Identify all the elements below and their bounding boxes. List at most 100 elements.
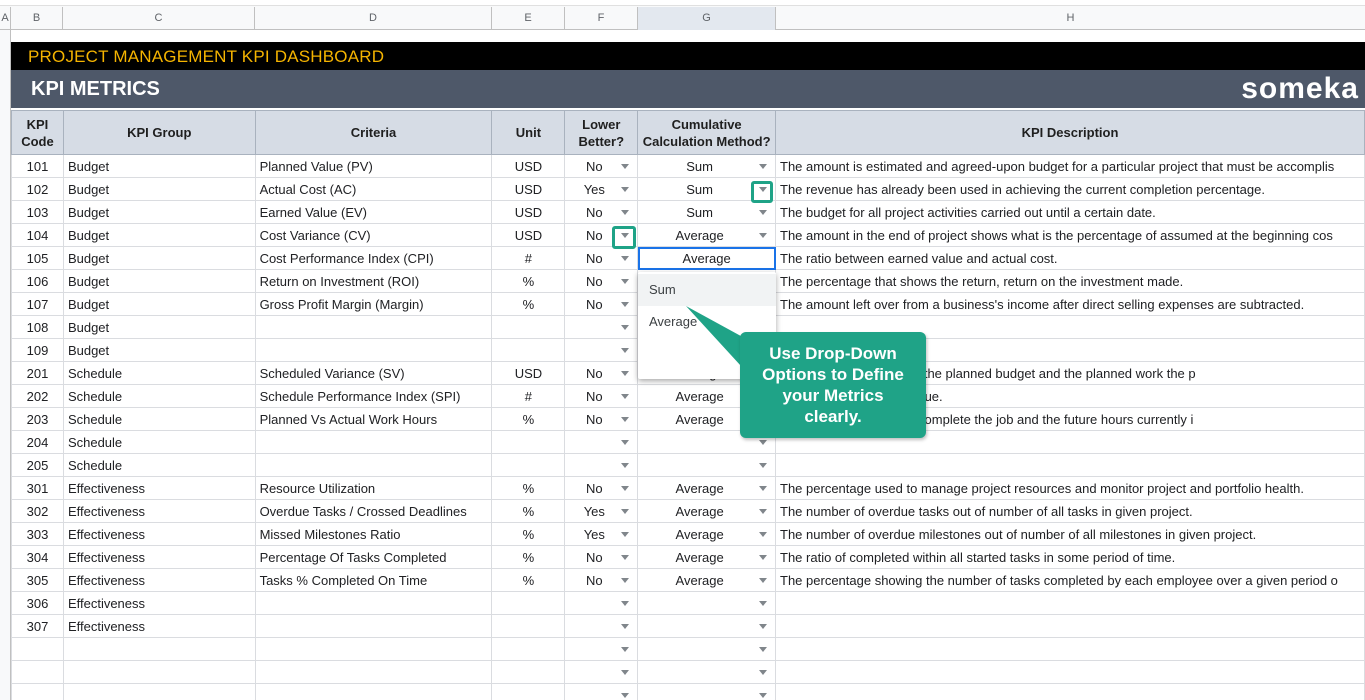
kpi-code-cell[interactable]: 104: [11, 223, 64, 247]
header-kpi-description[interactable]: KPI Description: [775, 110, 1365, 155]
header-kpi-group[interactable]: KPI Group: [62, 110, 256, 155]
criteria-cell[interactable]: [254, 614, 493, 638]
lower-better-dropdown[interactable]: No: [564, 476, 639, 500]
unit-cell[interactable]: %: [491, 476, 566, 500]
kpi-code-cell[interactable]: 302: [11, 499, 64, 523]
kpi-group-cell[interactable]: Budget: [62, 200, 256, 224]
lower-better-dropdown[interactable]: [564, 637, 639, 661]
column-header-b[interactable]: B: [11, 7, 63, 30]
unit-cell[interactable]: [491, 591, 566, 615]
kpi-description-cell[interactable]: The amount left over from a business's i…: [775, 292, 1365, 316]
kpi-code-cell[interactable]: 202: [11, 384, 64, 408]
kpi-code-cell[interactable]: 101: [11, 154, 64, 178]
lower-better-dropdown[interactable]: [564, 338, 639, 362]
kpi-group-cell[interactable]: [62, 660, 256, 684]
kpi-description-cell[interactable]: The amount is estimated and agreed-upon …: [775, 154, 1365, 178]
row-header-gutter[interactable]: [0, 30, 11, 700]
criteria-cell[interactable]: Missed Milestones Ratio: [254, 522, 493, 546]
lower-better-dropdown[interactable]: Yes: [564, 177, 639, 201]
lower-better-dropdown[interactable]: No: [564, 246, 639, 270]
kpi-description-cell[interactable]: The percentage used to manage project re…: [775, 476, 1365, 500]
calculation-method-dropdown-cell[interactable]: [637, 683, 777, 700]
criteria-cell[interactable]: [254, 430, 493, 454]
calculation-method-dropdown-cell[interactable]: [637, 591, 777, 615]
kpi-description-cell[interactable]: The revenue has already been used in ach…: [775, 177, 1365, 201]
kpi-group-cell[interactable]: Schedule: [62, 361, 256, 385]
calculation-method-dropdown-cell[interactable]: Average: [637, 499, 777, 523]
kpi-code-cell[interactable]: 205: [11, 453, 64, 477]
lower-better-dropdown[interactable]: Yes: [564, 522, 639, 546]
unit-cell[interactable]: USD: [491, 223, 566, 247]
kpi-code-cell[interactable]: [11, 660, 64, 684]
calculation-method-dropdown-cell[interactable]: Average: [637, 568, 777, 592]
kpi-group-cell[interactable]: Effectiveness: [62, 522, 256, 546]
lower-better-dropdown[interactable]: [564, 614, 639, 638]
unit-cell[interactable]: [491, 338, 566, 362]
calculation-method-dropdown-cell[interactable]: Sum: [637, 154, 777, 178]
calculation-method-dropdown-cell[interactable]: Sum: [637, 200, 777, 224]
criteria-cell[interactable]: [254, 660, 493, 684]
criteria-cell[interactable]: Overdue Tasks / Crossed Deadlines: [254, 499, 493, 523]
lower-better-dropdown[interactable]: Yes: [564, 499, 639, 523]
criteria-cell[interactable]: Gross Profit Margin (Margin): [254, 292, 493, 316]
unit-cell[interactable]: USD: [491, 361, 566, 385]
calculation-method-dropdown-cell[interactable]: [637, 614, 777, 638]
kpi-group-cell[interactable]: Schedule: [62, 453, 256, 477]
kpi-description-cell[interactable]: [775, 637, 1365, 661]
kpi-group-cell[interactable]: Effectiveness: [62, 614, 256, 638]
lower-better-dropdown[interactable]: No: [564, 269, 639, 293]
criteria-cell[interactable]: [254, 683, 493, 700]
criteria-cell[interactable]: Percentage Of Tasks Completed: [254, 545, 493, 569]
kpi-group-cell[interactable]: Budget: [62, 315, 256, 339]
column-header-c[interactable]: C: [63, 7, 255, 30]
unit-cell[interactable]: %: [491, 499, 566, 523]
kpi-description-cell[interactable]: The percentage showing the number of tas…: [775, 568, 1365, 592]
header-calculation-method[interactable]: Cumulative Calculation Method?: [637, 110, 777, 155]
criteria-cell[interactable]: Planned Value (PV): [254, 154, 493, 178]
unit-cell[interactable]: [491, 614, 566, 638]
criteria-cell[interactable]: [254, 315, 493, 339]
column-header-f[interactable]: F: [565, 7, 638, 30]
kpi-code-cell[interactable]: 304: [11, 545, 64, 569]
kpi-code-cell[interactable]: 103: [11, 200, 64, 224]
calculation-method-dropdown-cell[interactable]: Average: [637, 246, 777, 270]
lower-better-dropdown[interactable]: No: [564, 407, 639, 431]
unit-cell[interactable]: [491, 683, 566, 700]
unit-cell[interactable]: USD: [491, 177, 566, 201]
kpi-code-cell[interactable]: 108: [11, 315, 64, 339]
kpi-group-cell[interactable]: [62, 683, 256, 700]
calculation-method-dropdown-cell[interactable]: [637, 453, 777, 477]
unit-cell[interactable]: [491, 315, 566, 339]
kpi-code-cell[interactable]: 203: [11, 407, 64, 431]
lower-better-dropdown[interactable]: [564, 683, 639, 700]
kpi-code-cell[interactable]: 303: [11, 522, 64, 546]
kpi-group-cell[interactable]: Schedule: [62, 430, 256, 454]
criteria-cell[interactable]: Return on Investment (ROI): [254, 269, 493, 293]
kpi-group-cell[interactable]: Schedule: [62, 407, 256, 431]
lower-better-dropdown[interactable]: No: [564, 384, 639, 408]
kpi-description-cell[interactable]: [775, 591, 1365, 615]
kpi-code-cell[interactable]: [11, 637, 64, 661]
unit-cell[interactable]: #: [491, 246, 566, 270]
kpi-group-cell[interactable]: Budget: [62, 338, 256, 362]
kpi-code-cell[interactable]: 306: [11, 591, 64, 615]
kpi-code-cell[interactable]: 201: [11, 361, 64, 385]
criteria-cell[interactable]: Actual Cost (AC): [254, 177, 493, 201]
lower-better-dropdown[interactable]: [564, 660, 639, 684]
calculation-method-dropdown-cell[interactable]: Average: [637, 223, 777, 247]
kpi-group-cell[interactable]: Budget: [62, 154, 256, 178]
kpi-description-cell[interactable]: The number of overdue tasks out of numbe…: [775, 499, 1365, 523]
kpi-description-cell[interactable]: [775, 453, 1365, 477]
column-header-a[interactable]: A: [0, 7, 11, 30]
unit-cell[interactable]: %: [491, 407, 566, 431]
header-lower-better[interactable]: Lower Better?: [564, 110, 639, 155]
kpi-description-cell[interactable]: The ratio between earned value and actua…: [775, 246, 1365, 270]
kpi-group-cell[interactable]: Effectiveness: [62, 476, 256, 500]
unit-cell[interactable]: %: [491, 522, 566, 546]
lower-better-dropdown[interactable]: No: [564, 200, 639, 224]
kpi-code-cell[interactable]: 102: [11, 177, 64, 201]
kpi-code-cell[interactable]: 106: [11, 269, 64, 293]
criteria-cell[interactable]: Scheduled Variance (SV): [254, 361, 493, 385]
criteria-cell[interactable]: [254, 591, 493, 615]
kpi-code-cell[interactable]: 305: [11, 568, 64, 592]
